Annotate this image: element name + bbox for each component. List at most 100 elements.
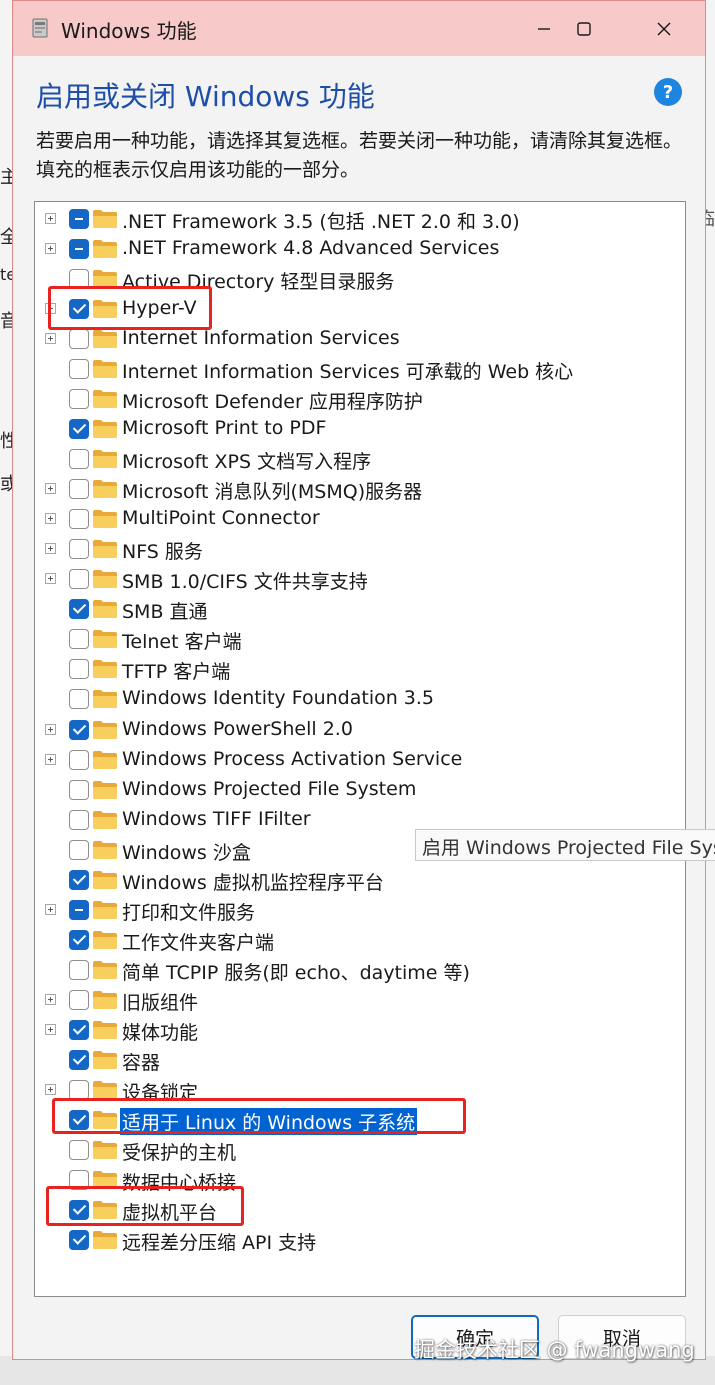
background-window-right: 临 [697,0,715,1385]
feature-label: Windows TIFF IFilter [122,807,311,830]
feature-label: 简单 TCPIP 服务(即 echo、daytime 等) [122,961,470,984]
feature-checkbox[interactable] [69,509,89,530]
feature-checkbox[interactable] [69,869,89,890]
feature-row[interactable]: 工作文件夹客户端 [35,925,685,955]
feature-checkbox[interactable] [69,209,89,229]
feature-label: TFTP 客户端 [122,661,231,684]
feature-label: SMB 1.0/CIFS 文件共享支持 [122,571,368,594]
feature-checkbox[interactable] [69,359,89,380]
expand-plus-icon[interactable] [45,723,56,735]
feature-row[interactable]: .NET Framework 3.5 (包括 .NET 2.0 和 3.0) [35,204,685,234]
feature-checkbox[interactable] [69,659,89,680]
feature-checkbox[interactable] [69,479,89,500]
feature-row[interactable]: Microsoft Print to PDF [35,414,685,444]
close-icon [657,22,671,36]
feature-checkbox[interactable] [69,629,89,650]
minimize-icon [538,28,550,30]
feature-row[interactable]: TFTP 客户端 [35,654,685,684]
expand-plus-icon[interactable] [45,543,56,555]
expand-plus-icon[interactable] [45,513,56,525]
feature-row[interactable]: Windows Process Activation Service [35,745,685,775]
feature-checkbox[interactable] [69,449,89,470]
folder-icon [93,750,117,769]
maximize-button[interactable] [561,11,607,47]
feature-checkbox[interactable] [69,599,89,620]
annotation-box-wsl [52,1098,466,1134]
feature-label: Microsoft Print to PDF [122,417,327,440]
feature-row[interactable]: Windows Projected File System [35,775,685,805]
folder-icon [93,330,117,349]
close-button[interactable] [641,11,687,47]
feature-checkbox[interactable] [69,1019,89,1040]
feature-row[interactable]: MultiPoint Connector [35,504,685,534]
feature-checkbox[interactable] [69,989,89,1010]
expand-plus-icon[interactable] [45,573,56,585]
feature-checkbox[interactable] [69,809,89,830]
feature-row[interactable]: NFS 服务 [35,534,685,564]
expand-plus-icon[interactable] [45,753,56,765]
feature-row[interactable]: Microsoft 消息队列(MSMQ)服务器 [35,474,685,504]
feature-row[interactable]: 受保护的主机 [35,1135,685,1165]
feature-row[interactable]: 打印和文件服务 [35,895,685,925]
feature-row[interactable]: Windows Identity Foundation 3.5 [35,684,685,714]
folder-icon [93,360,117,379]
feature-row[interactable]: 容器 [35,1045,685,1075]
folder-icon [93,570,117,589]
help-icon[interactable]: ? [654,78,682,106]
feature-row[interactable]: 媒体功能 [35,1015,685,1045]
feature-label: Internet Information Services 可承载的 Web 核… [122,361,574,384]
expand-plus-icon[interactable] [45,243,56,255]
feature-checkbox[interactable] [69,389,89,410]
feature-row[interactable]: Microsoft Defender 应用程序防护 [35,384,685,414]
feature-label: Microsoft 消息队列(MSMQ)服务器 [122,481,423,504]
feature-checkbox[interactable] [69,419,89,440]
title-bar[interactable]: Windows 功能 [13,1,705,56]
feature-checkbox[interactable] [69,749,89,770]
folder-icon [93,840,117,859]
feature-row[interactable]: .NET Framework 4.8 Advanced Services [35,234,685,264]
feature-checkbox[interactable] [69,569,89,590]
expand-plus-icon[interactable] [45,993,56,1005]
feature-checkbox[interactable] [69,719,89,740]
feature-row[interactable]: Telnet 客户端 [35,624,685,654]
folder-icon [93,1080,117,1099]
feature-row[interactable]: Windows PowerShell 2.0 [35,715,685,745]
expand-plus-icon[interactable] [45,483,56,495]
feature-checkbox[interactable] [69,1139,89,1160]
feature-label: MultiPoint Connector [122,507,320,530]
expand-plus-icon[interactable] [45,213,56,224]
feature-row[interactable]: Internet Information Services 可承载的 Web 核… [35,354,685,384]
feature-label: SMB 直通 [122,601,208,624]
folder-icon [93,1050,117,1069]
feature-checkbox[interactable] [69,329,89,350]
folder-icon [93,600,117,619]
expand-plus-icon[interactable] [45,903,56,915]
feature-checkbox[interactable] [69,929,89,950]
feature-row[interactable]: 简单 TCPIP 服务(即 echo、daytime 等) [35,955,685,985]
feature-checkbox[interactable] [69,959,89,980]
feature-row[interactable]: 远程差分压缩 API 支持 [35,1225,685,1255]
feature-checkbox[interactable] [69,1230,89,1251]
feature-checkbox[interactable] [69,839,89,860]
feature-checkbox[interactable] [69,779,89,800]
feature-checkbox[interactable] [69,899,89,920]
feature-checkbox[interactable] [69,539,89,560]
folder-icon [93,390,117,409]
folder-icon [93,690,117,709]
feature-checkbox[interactable] [69,1049,89,1070]
feature-row[interactable]: Windows 虚拟机监控程序平台 [35,865,685,895]
feature-row[interactable]: Microsoft XPS 文档写入程序 [35,444,685,474]
feature-row[interactable]: SMB 1.0/CIFS 文件共享支持 [35,564,685,594]
page-heading: 启用或关闭 Windows 功能 [36,80,375,113]
feature-checkbox[interactable] [69,689,89,710]
expand-plus-icon[interactable] [45,1023,56,1035]
maximize-icon [577,22,591,36]
expand-plus-icon[interactable] [45,333,56,345]
annotation-box-vm-platform [46,1186,244,1226]
feature-row[interactable]: 旧版组件 [35,985,685,1015]
feature-row[interactable]: SMB 直通 [35,594,685,624]
feature-checkbox[interactable] [69,1079,89,1100]
expand-plus-icon[interactable] [45,1083,56,1095]
feature-checkbox[interactable] [69,239,89,260]
folder-icon [93,1020,117,1039]
